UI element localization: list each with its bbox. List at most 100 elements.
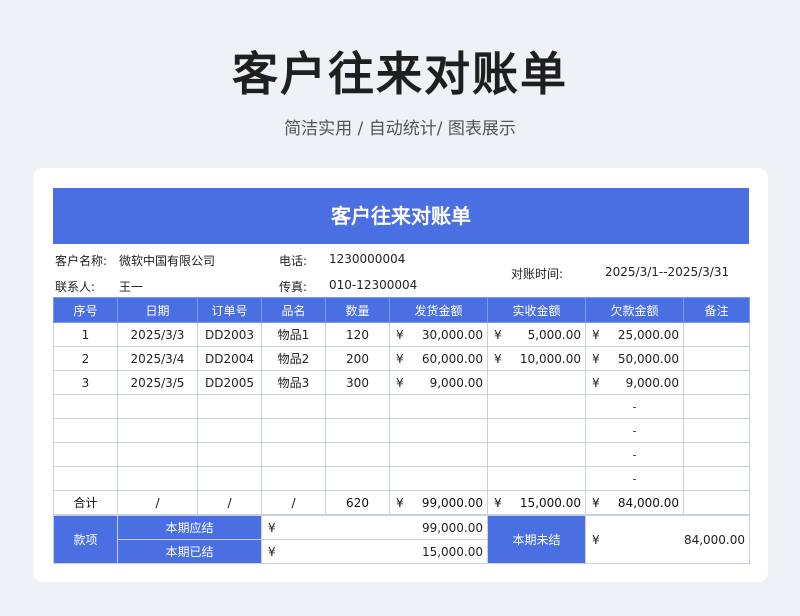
cell-order — [197, 418, 262, 443]
cell-shipped: ¥60,000.00 — [389, 346, 488, 371]
page-title: 客户往来对账单 — [232, 47, 568, 101]
cell-note — [683, 418, 750, 443]
total-owed: 84,000.00 — [617, 495, 679, 510]
settled-label: 本期已结 — [117, 539, 262, 564]
column-header: 欠款金额 — [585, 297, 684, 323]
currency-symbol: ¥ — [396, 327, 404, 342]
cell-no — [53, 394, 118, 419]
cell-qty — [325, 466, 390, 491]
customer-name-label: 客户名称: — [55, 254, 108, 268]
page-subtitle: 简洁实用 / 自动统计/ 图表展示 — [284, 119, 516, 139]
due-label: 本期应结 — [117, 515, 262, 540]
cell-received — [487, 370, 586, 395]
table-row: 2 2025/3/4 DD2004 物品2 200 ¥60,000.00 ¥10,000.0… — [53, 346, 750, 371]
amount-owed: 9,000.00 — [625, 375, 679, 390]
cell-qty — [325, 394, 390, 419]
currency-symbol: ¥ — [268, 544, 276, 559]
cell-date — [117, 418, 198, 443]
unsettled-amount: 84,000.00 — [683, 532, 746, 547]
total-row: 合计 / / / 620 ¥99,000.00 ¥15,000.00 ¥84,0… — [53, 490, 750, 515]
cell-no: 3 — [53, 370, 118, 395]
currency-symbol: ¥ — [494, 495, 502, 510]
cell-item — [261, 442, 326, 467]
contact-value: 王一 — [119, 280, 144, 294]
cell-qty — [325, 442, 390, 467]
currency-symbol: ¥ — [592, 327, 600, 342]
cell-qty: 200 — [325, 346, 390, 371]
amount-shipped: 30,000.00 — [421, 327, 483, 342]
cell-item: 物品3 — [261, 370, 326, 395]
total-owed-cell: ¥84,000.00 — [585, 490, 684, 515]
cell-no: 2 — [53, 346, 118, 371]
cell-qty: 120 — [325, 322, 390, 347]
table-row: - — [53, 466, 750, 491]
amount-owed: 25,000.00 — [617, 327, 679, 342]
table-row: 3 2025/3/5 DD2005 物品3 300 ¥9,000.00 ¥9,000.00 — [53, 370, 750, 395]
cell-item — [261, 466, 326, 491]
total-item: / — [261, 490, 326, 515]
table-row: 1 2025/3/3 DD2003 物品1 120 ¥30,000.00 ¥5,000.00… — [53, 322, 750, 347]
due-amount: 99,000.00 — [421, 520, 484, 535]
cell-item: 物品2 — [261, 346, 326, 371]
amount-owed: 50,000.00 — [617, 351, 679, 366]
cell-note — [683, 346, 750, 371]
cell-date — [117, 466, 198, 491]
table-row: - — [53, 418, 750, 443]
cell-note — [683, 322, 750, 347]
phone-label: 电话: — [279, 254, 308, 268]
cell-no — [53, 418, 118, 443]
amount-shipped: 60,000.00 — [421, 351, 483, 366]
sheet-header: 客户往来对账单 — [53, 188, 749, 244]
cell-shipped — [389, 418, 488, 443]
cell-received — [487, 394, 586, 419]
cell-note — [683, 370, 750, 395]
cell-order: DD2003 — [197, 322, 262, 347]
amount-received: 10,000.00 — [519, 351, 581, 366]
cell-item — [261, 418, 326, 443]
total-note — [683, 490, 750, 515]
total-qty: 620 — [325, 490, 390, 515]
cell-note — [683, 442, 750, 467]
cell-item — [261, 394, 326, 419]
summary-table: 款项 本期应结 ¥99,000.00 本期未结 ¥84,000.00 本期已结 … — [53, 515, 751, 564]
column-header: 品名 — [261, 297, 326, 323]
fax-value: 010-12300004 — [329, 278, 418, 292]
column-header: 序号 — [53, 297, 118, 323]
settled-amount: 15,000.00 — [421, 544, 484, 559]
table-row: - — [53, 442, 750, 467]
column-header: 备注 — [683, 297, 750, 323]
cell-received — [487, 418, 586, 443]
cell-order: DD2004 — [197, 346, 262, 371]
cell-owed: ¥25,000.00 — [585, 322, 684, 347]
period-label: 对账时间: — [511, 267, 564, 281]
cell-shipped — [389, 466, 488, 491]
cell-no — [53, 466, 118, 491]
cell-received: ¥10,000.00 — [487, 346, 586, 371]
statement-table: 序号 日期 订单号 品名 数量 发货金额 实收金额 欠款金额 备注 1 2025/… — [53, 297, 750, 515]
cell-owed: ¥9,000.00 — [585, 370, 684, 395]
amount-received: 5,000.00 — [527, 327, 581, 342]
summary-section-label: 款项 — [53, 515, 118, 564]
summary-row-due: 款项 本期应结 ¥99,000.00 本期未结 ¥84,000.00 — [53, 515, 751, 564]
table-row: - — [53, 394, 750, 419]
amount-shipped: 9,000.00 — [429, 375, 483, 390]
fax-label: 传真: — [279, 280, 308, 294]
statement-sheet: 客户往来对账单 客户名称: 微软中国有限公司 电话: 1230000004 联系… — [53, 188, 751, 564]
total-order: / — [197, 490, 262, 515]
currency-symbol: ¥ — [592, 532, 600, 547]
total-label: 合计 — [53, 490, 118, 515]
cell-order — [197, 442, 262, 467]
cell-date: 2025/3/4 — [117, 346, 198, 371]
cell-received — [487, 466, 586, 491]
unsettled-amount-cell: ¥84,000.00 — [585, 515, 751, 564]
cell-qty: 300 — [325, 370, 390, 395]
currency-symbol: ¥ — [592, 351, 600, 366]
cell-shipped: ¥9,000.00 — [389, 370, 488, 395]
cell-order — [197, 394, 262, 419]
currency-symbol: ¥ — [592, 495, 600, 510]
cell-owed: ¥50,000.00 — [585, 346, 684, 371]
column-header: 发货金额 — [389, 297, 488, 323]
column-header: 实收金额 — [487, 297, 586, 323]
cell-received — [487, 442, 586, 467]
total-shipped: 99,000.00 — [421, 495, 483, 510]
